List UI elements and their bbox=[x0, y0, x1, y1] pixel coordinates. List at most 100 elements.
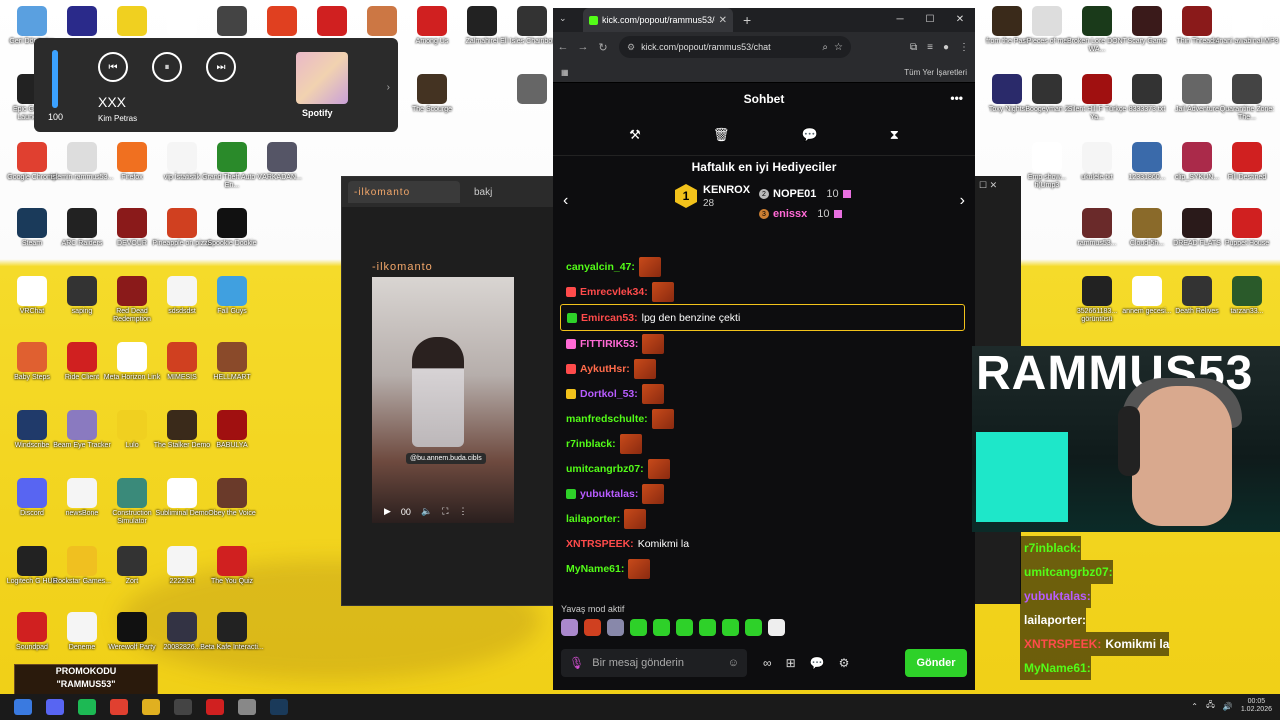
profile-icon[interactable]: ● bbox=[943, 42, 949, 53]
chat-username[interactable]: MyName61: bbox=[566, 563, 624, 575]
chat-username[interactable]: canyalcin_47: bbox=[566, 261, 635, 273]
chat-message[interactable]: yubuktalas: bbox=[553, 481, 975, 506]
desktop-icon[interactable]: The Scourge bbox=[400, 74, 464, 114]
apps-icon[interactable]: ▦ bbox=[561, 68, 569, 77]
app-taskbar-icon[interactable] bbox=[174, 699, 192, 715]
maximize-button[interactable]: ☐ bbox=[915, 8, 945, 32]
volume-slider[interactable] bbox=[52, 50, 58, 108]
play-icon[interactable]: ▶ bbox=[384, 506, 391, 517]
extensions-icon[interactable]: ⧉ bbox=[910, 42, 917, 53]
desktop-icon[interactable]: Quarantine Zone: The... bbox=[1215, 74, 1279, 122]
volume-icon[interactable]: 🔈 bbox=[421, 506, 432, 517]
chat-username[interactable]: FITTIRIK53: bbox=[580, 338, 638, 350]
desktop-icon[interactable]: HELLMART bbox=[200, 342, 264, 382]
chat-message[interactable]: MyName61: bbox=[553, 556, 975, 581]
bookmark-star-icon[interactable]: ☆ bbox=[834, 42, 843, 53]
chat-username[interactable]: manfredschulte: bbox=[566, 413, 648, 425]
back-icon[interactable]: ← bbox=[553, 41, 573, 53]
chat-username[interactable]: r7inblack: bbox=[566, 438, 616, 450]
network-icon[interactable]: 🖧 bbox=[1206, 699, 1215, 713]
tab-bakj[interactable]: bakj bbox=[474, 187, 492, 198]
chat-message[interactable]: AykutHsr: bbox=[553, 356, 975, 381]
emote-icon[interactable] bbox=[722, 619, 739, 636]
chevron-right-icon[interactable]: › bbox=[387, 82, 390, 93]
window-controls-icon[interactable]: ☐ ✕ bbox=[979, 180, 997, 191]
desktop-icon[interactable]: 4nani awabinal.MP3 bbox=[1215, 6, 1279, 46]
tab-search-icon[interactable]: ⌄ bbox=[559, 13, 573, 27]
zoom-icon[interactable]: ⌕ bbox=[822, 42, 828, 53]
next-track-button[interactable]: ⏭ bbox=[206, 52, 236, 82]
emote-icon[interactable] bbox=[699, 619, 716, 636]
tab-ilkomanto[interactable]: -ilkomanto bbox=[348, 181, 460, 203]
steam-taskbar-icon[interactable] bbox=[270, 699, 288, 715]
chat-message[interactable]: canyalcin_47: bbox=[553, 254, 975, 279]
emote-icon[interactable] bbox=[607, 619, 624, 636]
spotify-taskbar-icon[interactable] bbox=[78, 699, 96, 715]
reload-icon[interactable]: ↻ bbox=[593, 41, 613, 54]
chat-message[interactable]: FITTIRIK53: bbox=[553, 331, 975, 356]
previous-track-button[interactable]: ⏮ bbox=[98, 52, 128, 82]
menu-icon[interactable]: ⋮ bbox=[959, 42, 969, 53]
desktop-icon[interactable]: Spookie Dookie bbox=[200, 208, 264, 248]
gifters-next-icon[interactable]: › bbox=[960, 192, 965, 210]
app-taskbar-icon[interactable] bbox=[238, 699, 256, 715]
close-window-button[interactable]: ✕ bbox=[945, 8, 975, 32]
trash-icon[interactable]: 🗑 bbox=[713, 127, 730, 143]
chat-bubble-icon[interactable]: 💬 bbox=[810, 656, 825, 670]
desktop-icon[interactable]: Beta Kafe İnteracti... bbox=[200, 612, 264, 652]
new-tab-icon[interactable]: + bbox=[743, 12, 751, 28]
chat-username[interactable]: umitcangrbz07: bbox=[566, 463, 644, 475]
forward-icon[interactable]: → bbox=[573, 41, 593, 53]
chat-messages[interactable]: canyalcin_47: Emrecvlek34: Emircan53: lpg d… bbox=[553, 254, 975, 604]
emote-icon[interactable] bbox=[653, 619, 670, 636]
chat-username[interactable]: Emircan53: bbox=[581, 312, 638, 324]
emote-icon[interactable] bbox=[584, 619, 601, 636]
desktop-icon[interactable]: BABULYA bbox=[200, 410, 264, 450]
close-tab-icon[interactable]: ✕ bbox=[719, 15, 727, 26]
desktop-icon[interactable]: Puppet House bbox=[1215, 208, 1279, 248]
emote-icon[interactable] bbox=[745, 619, 762, 636]
send-button[interactable]: Gönder bbox=[905, 649, 967, 677]
chat-username[interactable]: Emrecvlek34: bbox=[580, 286, 648, 298]
chat-username[interactable]: yubuktalas: bbox=[580, 488, 638, 500]
chrome-taskbar-icon[interactable] bbox=[142, 699, 160, 715]
hourglass-icon[interactable]: ⧗ bbox=[890, 127, 899, 143]
more-icon[interactable]: ⋮ bbox=[458, 506, 467, 517]
gifters-prev-icon[interactable]: ‹ bbox=[563, 192, 568, 210]
infinity-icon[interactable]: ∞ bbox=[763, 656, 772, 670]
chat-message[interactable]: lailaporter: bbox=[553, 506, 975, 531]
chat-bubble-icon[interactable]: 💬 bbox=[801, 127, 817, 143]
gift-box-icon[interactable]: ⊞ bbox=[786, 656, 796, 670]
media-icon[interactable]: ≡ bbox=[927, 42, 933, 53]
chat-message[interactable]: r7inblack: bbox=[553, 431, 975, 456]
chat-message[interactable]: Emrecvlek34: bbox=[553, 279, 975, 304]
obs-taskbar-icon[interactable] bbox=[110, 699, 128, 715]
clock[interactable]: 00:05 1.02.2026 bbox=[1241, 698, 1272, 714]
minimize-button[interactable]: ─ bbox=[885, 8, 915, 32]
chat-message[interactable]: manfredschulte: bbox=[553, 406, 975, 431]
microphone-icon[interactable]: 🎙 bbox=[569, 656, 584, 670]
tray-chevron-icon[interactable]: ⌃ bbox=[1191, 702, 1198, 711]
video-player[interactable]: @bu.annem.buda.cibls ▶ 00 🔈 ⛶ ⋮ bbox=[372, 277, 514, 523]
chat-message[interactable]: XNTRSPEEK: Komikmi la bbox=[553, 531, 975, 556]
desktop-icon[interactable]: tarzan33... bbox=[1215, 276, 1279, 316]
desktop-icon[interactable]: Obey the Voice bbox=[200, 478, 264, 518]
desktop-icon[interactable]: Fill Destined bbox=[1215, 142, 1279, 182]
address-bar[interactable]: ⚙ kick.com/popout/rammus53/chat ⌕ ☆ bbox=[619, 36, 851, 58]
chat-more-icon[interactable]: ••• bbox=[950, 91, 963, 105]
desktop-icon[interactable]: The You Quiz bbox=[200, 546, 264, 586]
hammer-icon[interactable]: ⚒ bbox=[629, 127, 641, 143]
all-bookmarks[interactable]: Tüm Yer İşaretleri bbox=[904, 68, 967, 77]
emote-icon[interactable] bbox=[630, 619, 647, 636]
chat-username[interactable]: XNTRSPEEK: bbox=[566, 538, 634, 550]
browser-tab[interactable]: kick.com/popout/rammus53/c ✕ bbox=[583, 8, 733, 32]
desktop-icon[interactable]: Fall Guys bbox=[200, 276, 264, 316]
chat-message[interactable]: Emircan53: lpg den benzine çekti bbox=[560, 304, 965, 331]
gear-icon[interactable]: ⚙ bbox=[839, 656, 850, 670]
pause-button[interactable]: ⏸ bbox=[152, 52, 182, 82]
chat-input[interactable]: 🎙 Bir mesaj gönderin ☺ bbox=[561, 649, 747, 677]
start-icon[interactable] bbox=[14, 699, 32, 715]
emote-icon[interactable] bbox=[561, 619, 578, 636]
chat-username[interactable]: AykutHsr: bbox=[580, 363, 630, 375]
youtube-taskbar-icon[interactable] bbox=[206, 699, 224, 715]
